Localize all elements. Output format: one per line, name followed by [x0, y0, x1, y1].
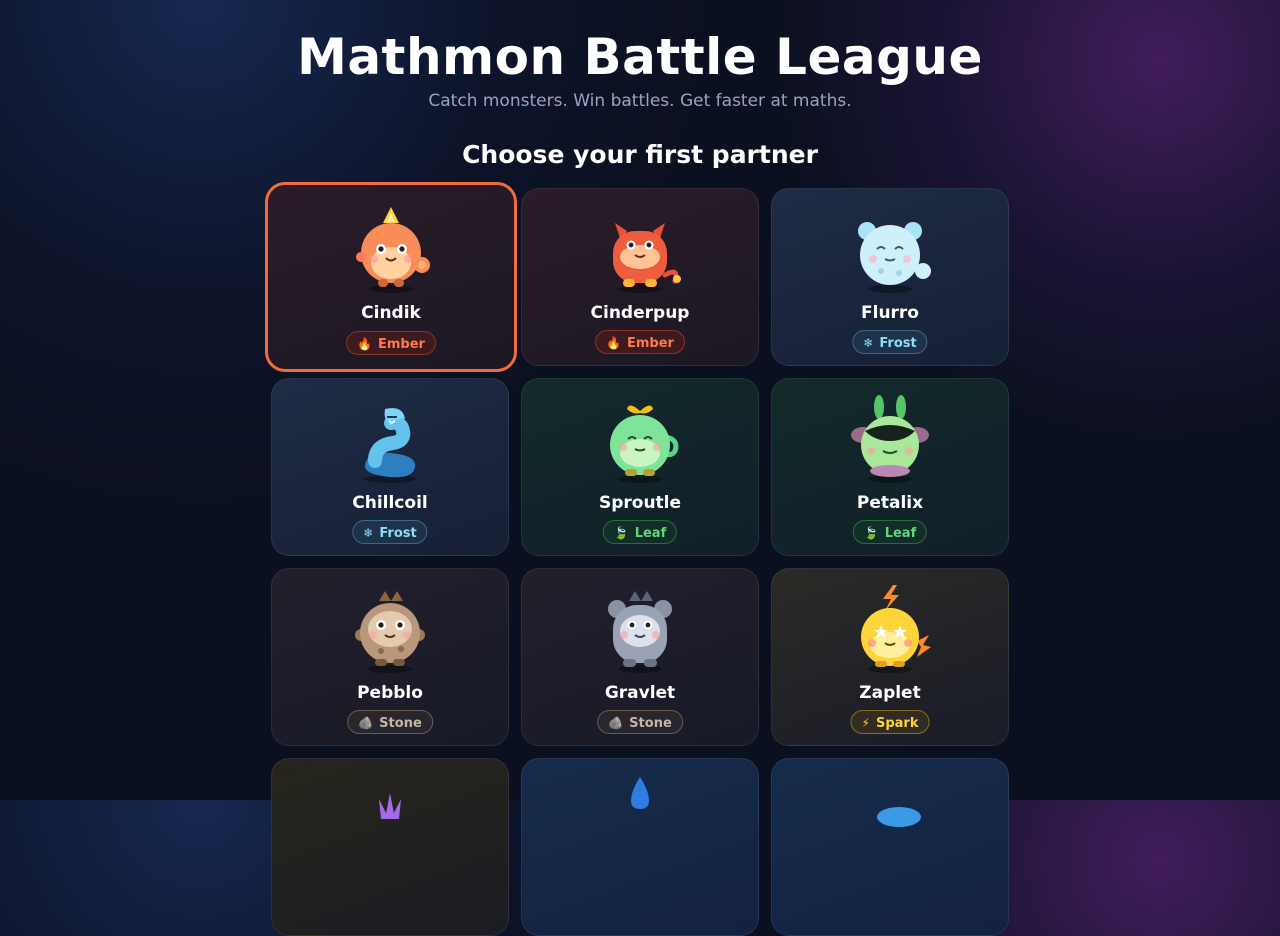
monster-card-cindik[interactable]: Cindik 🔥 Ember	[265, 182, 517, 372]
monster-card-partial-2[interactable]	[521, 758, 759, 936]
monster-name: Pebblo	[357, 683, 423, 703]
monster-card-pebblo[interactable]: Pebblo 🪨 Stone	[271, 568, 509, 746]
water-drop-monster-icon	[631, 777, 649, 809]
type-label: Spark	[875, 716, 919, 731]
monster-name: Cinderpup	[590, 303, 690, 323]
type-badge: ⚡ Spark	[850, 710, 930, 734]
sproutle-monster-icon	[610, 405, 679, 483]
monster-card-cinderpup[interactable]: Cinderpup 🔥 Ember	[521, 188, 759, 366]
monster-card-gravlet[interactable]: Gravlet 🪨 Stone	[521, 568, 759, 746]
type-label: Frost	[379, 526, 417, 541]
monster-card-zaplet[interactable]: Zaplet ⚡ Spark	[771, 568, 1009, 746]
lightning-icon: ⚡	[861, 716, 870, 730]
monster-card-petalix[interactable]: Petalix 🍃 Leaf	[771, 378, 1009, 556]
monster-name: Sproutle	[598, 493, 682, 513]
monster-card-flurro[interactable]: Flurro ❄ Frost	[771, 188, 1009, 366]
monster-name: Chillcoil	[352, 493, 428, 513]
type-label: Leaf	[884, 526, 917, 541]
leaf-icon: 🍃	[613, 526, 629, 540]
page-title: Mathmon Battle League	[297, 28, 983, 86]
rock-icon: 🪨	[608, 716, 624, 730]
monster-name: Flurro	[861, 303, 919, 323]
type-label: Frost	[879, 336, 917, 351]
type-label: Stone	[379, 716, 422, 731]
purple-crystal-monster-icon	[379, 793, 401, 819]
cindik-monster-icon	[356, 207, 430, 293]
type-badge: 🔥 Ember	[595, 330, 685, 354]
monster-name: Petalix	[856, 493, 924, 513]
choose-partner-heading: Choose your first partner	[462, 140, 818, 169]
flurro-monster-icon	[858, 222, 931, 293]
type-badge: 🪨 Stone	[347, 710, 433, 734]
gravlet-monster-icon	[608, 591, 672, 673]
page-subtitle: Catch monsters. Win battles. Get faster …	[428, 91, 852, 111]
monster-name: Gravlet	[604, 683, 676, 703]
monster-card-partial-3[interactable]	[771, 758, 1009, 936]
monster-card-partial-1[interactable]	[271, 758, 509, 936]
type-badge: 🪨 Stone	[597, 710, 683, 734]
type-badge: 🍃 Leaf	[852, 520, 928, 544]
type-badge: ❄ Frost	[852, 330, 928, 354]
type-badge: ❄ Frost	[352, 520, 428, 544]
rock-icon: 🪨	[358, 716, 374, 730]
fire-icon: 🔥	[606, 336, 621, 350]
type-badge: 🍃 Leaf	[602, 520, 678, 544]
type-label: Ember	[377, 337, 425, 352]
zaplet-monster-icon	[861, 585, 931, 673]
fire-icon: 🔥	[357, 337, 372, 351]
snowflake-icon: ❄	[863, 336, 874, 350]
monster-name: Zaplet	[859, 683, 921, 703]
chillcoil-monster-icon	[364, 408, 416, 483]
petalix-monster-icon	[851, 395, 929, 483]
monster-card-sproutle[interactable]: Sproutle 🍃 Leaf	[521, 378, 759, 556]
monster-name: Cindik	[361, 303, 421, 323]
leaf-icon: 🍃	[863, 526, 879, 540]
type-label: Ember	[626, 336, 674, 351]
monster-card-chillcoil[interactable]: Chillcoil ❄ Frost	[271, 378, 509, 556]
pebblo-monster-icon	[355, 591, 425, 673]
type-label: Stone	[629, 716, 672, 731]
blue-monster-icon	[877, 807, 921, 827]
cinderpup-monster-icon	[613, 223, 681, 293]
snowflake-icon: ❄	[363, 526, 374, 540]
type-label: Leaf	[634, 526, 667, 541]
type-badge: 🔥 Ember	[346, 331, 436, 355]
